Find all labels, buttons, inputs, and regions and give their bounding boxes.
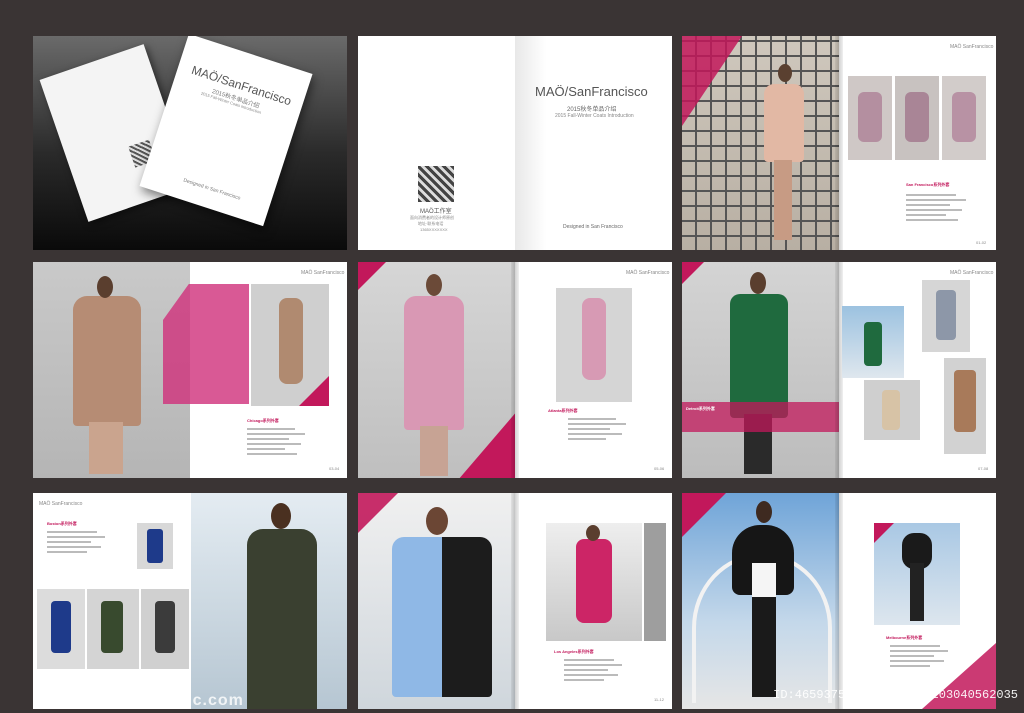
thumb-bridge [842, 306, 904, 378]
model-legs [89, 422, 123, 474]
spread-san-francisco: MAÖ SanFrancisco San Francisco系列外套 01-02 [682, 36, 996, 250]
spread-melbourne: Melbourne系列外套 [682, 493, 996, 709]
side-photo [546, 523, 642, 641]
thumb-2 [895, 76, 939, 160]
thumb-grey-coat [922, 280, 970, 352]
gutter [835, 493, 843, 709]
pink-triangle [682, 36, 742, 126]
gutter [835, 36, 843, 250]
pink-triangle [682, 262, 704, 284]
model-dress [752, 563, 776, 599]
model-coat-blue [392, 537, 442, 697]
header-brand: MAÖ SanFrancisco [950, 270, 994, 276]
pink-triangle [358, 262, 386, 290]
left-cover-page: MAÖ工作室 面向消费者的设计师原创 地址·联系电话 1365XXXXXXX [358, 36, 515, 250]
cover-subtitle-cn: 2015秋冬单品介绍 [567, 107, 617, 113]
hero-photo [191, 493, 347, 709]
description-text [906, 194, 966, 224]
model-head [426, 274, 442, 296]
thumb-blue-coat [137, 523, 173, 569]
model-legs [752, 597, 776, 697]
spread-open-cover: MAÖ工作室 面向消费者的设计师原创 地址·联系电话 1365XXXXXXX M… [358, 36, 672, 250]
hero-photo [358, 262, 515, 478]
qr-code [418, 166, 454, 202]
model-coat-black [442, 537, 492, 697]
watermark-logo: 昵享网 www.nipic.com [46, 682, 244, 711]
series-title: San Francisco系列外套 [906, 182, 950, 187]
cover-subtitle-en: 2015 Fall-Winter Coats Introduction [555, 113, 634, 119]
thumb-camel-coat [944, 358, 986, 454]
header-brand: MAÖ SanFrancisco [39, 501, 83, 507]
right-cover-page: MAÖ/SanFrancisco 2015秋冬单品介绍 2015 Fall-Wi… [515, 36, 672, 250]
model-coat [730, 294, 788, 418]
thumb-1 [848, 76, 892, 160]
description-text [568, 418, 628, 443]
model-figure [764, 84, 804, 162]
page-number: 11-12 [654, 697, 664, 702]
watermark-id: ID:4659375 NO:20180407203040562035 [773, 688, 1018, 702]
header-brand: MAÖ SanFrancisco [301, 270, 345, 276]
spread-atlanta: MAÖ SanFrancisco Atlanta系列外套 05-06 [358, 262, 672, 478]
photo-grid-wall [682, 36, 839, 250]
description-text [247, 428, 307, 458]
spread-detroit: MAÖ SanFrancisco Detroit系列外套 07-08 [682, 262, 996, 478]
model-legs [774, 160, 792, 240]
page-number: 01-02 [976, 240, 987, 245]
side-photo [874, 523, 960, 625]
model-head [750, 272, 766, 294]
series-title: Los Angeles系列外套 [554, 649, 594, 654]
model-head [756, 501, 772, 523]
page-number: 07-08 [978, 466, 989, 471]
pink-triangle [358, 493, 398, 533]
side-photo [556, 288, 632, 402]
series-title: Chicago系列外套 [247, 418, 279, 423]
model-head [778, 64, 792, 82]
pink-stripe [458, 410, 515, 478]
spread-cover-mockup: MAÖ/SanFrancisco 2015秋冬单品介绍 2015 Fall-Wi… [33, 36, 347, 250]
model-head [97, 276, 113, 298]
pink-triangle [682, 493, 726, 537]
front-cover-sheet: MAÖ/SanFrancisco 2015秋冬单品介绍 2015 Fall-Wi… [139, 36, 313, 227]
model-head [426, 507, 448, 535]
cover-brand-title: MAÖ/SanFrancisco [535, 84, 648, 99]
gutter [511, 493, 519, 709]
hero-photo [682, 262, 839, 478]
hero-photo [358, 493, 515, 709]
spread-boston: MAÖ SanFrancisco Boston系列外套 [33, 493, 347, 709]
thumb-beige-coat [864, 380, 920, 440]
series-title: Melbourne系列外套 [886, 635, 923, 640]
watermark-site-name: 昵享网 [46, 688, 109, 710]
description-text [890, 645, 950, 670]
model-coat [73, 296, 141, 426]
spread-los-angeles: Los Angeles系列外套 11-12 [358, 493, 672, 709]
grey-panel [644, 523, 666, 641]
model-coat [404, 296, 464, 430]
model-head [271, 503, 291, 529]
side-photo [251, 284, 329, 406]
studio-line-3: 1365XXXXXXX [420, 227, 448, 232]
model-coat [247, 529, 317, 709]
thumb-1 [37, 589, 85, 669]
cover-designed: Designed in San Francisco [182, 177, 242, 202]
series-title: Atlanta系列外套 [548, 408, 578, 413]
gutter [511, 262, 519, 478]
page-number: 05-06 [654, 466, 665, 471]
page-number: 03-04 [329, 466, 340, 471]
watermark-url: www.nipic.com [115, 692, 244, 709]
header-brand: MAÖ SanFrancisco [950, 44, 994, 50]
model-legs [420, 426, 448, 476]
studio-name: MAÖ工作室 [420, 209, 452, 215]
spread-chicago: MAÖ SanFrancisco Chicago系列外套 03-04 [33, 262, 347, 478]
cover-designed: Designed in San Francisco [563, 224, 623, 230]
thumb-3 [141, 589, 189, 669]
thumb-2 [87, 589, 139, 669]
series-title: Boston系列外套 [47, 521, 77, 526]
description-text [47, 531, 107, 556]
header-brand: MAÖ SanFrancisco [626, 270, 670, 276]
pink-triangle [874, 523, 894, 543]
series-title: Detroit系列外套 [686, 406, 715, 411]
thumb-3 [942, 76, 986, 160]
description-text [564, 659, 624, 684]
hero-photo [682, 493, 839, 709]
